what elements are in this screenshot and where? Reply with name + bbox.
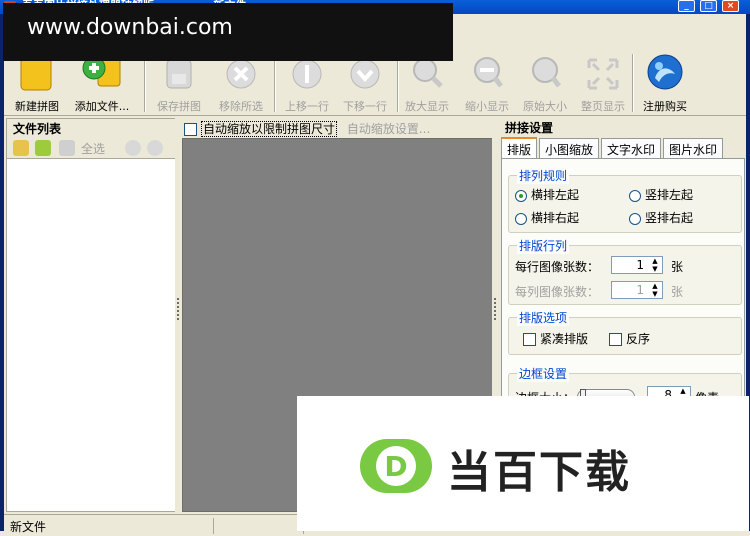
radio-vertical-left[interactable]: 竖排左起 (629, 186, 693, 203)
radio-vertical-right[interactable]: 竖排右起 (629, 209, 693, 226)
move-up-label: 上移一行 (285, 100, 329, 113)
fit-page-button[interactable]: 整页显示 (573, 52, 633, 113)
radio-label: 横排左起 (531, 188, 580, 202)
register-buy-icon (647, 54, 683, 90)
register-buy-button[interactable]: 注册购买 (634, 52, 696, 113)
settings-tabs: 排版 小图缩放 文字水印 图片水印 (501, 137, 725, 159)
radio-label: 竖排左起 (645, 188, 694, 202)
radio-dot (629, 189, 641, 202)
zoom-in-label: 放大显示 (405, 100, 449, 113)
fit-page-label: 整页显示 (581, 100, 625, 113)
brand-logo-icon: D (360, 439, 432, 493)
radio-label: 竖排右起 (645, 211, 694, 225)
close-button[interactable]: × (722, 0, 739, 12)
checkbox-box (609, 333, 622, 346)
compact-layout-checkbox[interactable]: 紧凑排版 (523, 330, 588, 347)
splitter-grip (177, 298, 179, 320)
file-list[interactable] (7, 159, 175, 511)
rows-cols-group: 排版行列 每行图像张数： 1 ▲ ▼ 张 每列图像张数： 1 ▲ ▼ 张 (508, 237, 742, 305)
brand-name: 当百下载 (447, 447, 631, 498)
per-row-unit: 张 (671, 260, 684, 274)
maximize-button[interactable]: □ (700, 0, 717, 12)
per-col-label: 每列图像张数： (515, 285, 600, 299)
watermark-url-text: www.downbai.com (27, 15, 233, 40)
tab-layout[interactable]: 排版 (501, 137, 538, 159)
layout-options-group: 排版选项 紧凑排版 反序 (508, 309, 742, 355)
add-images-icon[interactable] (35, 140, 51, 156)
per-col-unit: 张 (671, 285, 684, 299)
select-all-button[interactable]: 全选 (81, 140, 105, 157)
layout-rule-group: 排列规则 横排左起 竖排左起 横排右起 竖排右起 (508, 167, 742, 233)
per-row-label: 每行图像张数： (515, 260, 600, 274)
layout-options-title: 排版选项 (517, 309, 570, 326)
compact-layout-label: 紧凑排版 (540, 332, 589, 346)
actual-size-button[interactable]: 原始大小 (515, 52, 575, 113)
add-file-label: 添加文件... (74, 100, 130, 113)
zoom-out-button[interactable]: 缩小显示 (457, 52, 517, 113)
border-title: 边框设置 (517, 365, 570, 382)
watermark-url-banner: www.downbai.com (3, 3, 453, 61)
settings-title: 拼接设置 (499, 118, 745, 136)
spinner-arrows-icon[interactable]: ▲▼ (649, 257, 661, 273)
radio-dot (515, 189, 527, 202)
remove-selected-label: 移除所选 (219, 100, 263, 113)
tab-thumbnail-scale[interactable]: 小图缩放 (539, 138, 600, 158)
prev-icon[interactable] (125, 140, 141, 156)
per-row-spinner[interactable]: 1 ▲ ▼ (611, 256, 663, 274)
auto-scale-checkbox[interactable] (184, 123, 197, 136)
checkbox-box (523, 333, 536, 346)
auto-scale-label: 自动缩放以限制拼图尺寸 (201, 121, 338, 137)
rows-cols-title: 排版行列 (517, 237, 570, 254)
auto-scale-row: 自动缩放以限制拼图尺寸 自动缩放设置... (184, 120, 430, 138)
add-folder-icon[interactable] (13, 140, 29, 156)
zoom-out-label: 缩小显示 (465, 100, 509, 113)
actual-size-label: 原始大小 (523, 100, 567, 113)
remove-selected-button[interactable]: 移除所选 (210, 52, 272, 113)
tab-image-watermark[interactable]: 图片水印 (663, 138, 724, 158)
add-file-button[interactable]: 添加文件... (66, 52, 138, 113)
watermark-brand-banner: D 当百下载 (297, 396, 749, 531)
file-list-title: 文件列表 (7, 119, 175, 137)
per-col-spinner[interactable]: 1 ▲ ▼ (611, 281, 663, 299)
save-collage-button[interactable]: 保存拼图 (148, 52, 210, 113)
radio-horizontal-left[interactable]: 横排左起 (515, 186, 579, 203)
remove-image-icon[interactable] (59, 140, 75, 156)
move-down-button[interactable]: 下移一行 (334, 52, 396, 113)
new-collage-label: 新建拼图 (15, 100, 59, 113)
move-up-button[interactable]: 上移一行 (276, 52, 338, 113)
zoom-out-icon (474, 57, 503, 88)
minimize-button[interactable]: _ (678, 0, 695, 12)
register-buy-label: 注册购买 (643, 100, 687, 113)
splitter-grip (494, 298, 496, 320)
next-icon[interactable] (147, 140, 163, 156)
radio-label: 横排右起 (531, 211, 580, 225)
radio-horizontal-right[interactable]: 横排右起 (515, 209, 579, 226)
reverse-order-checkbox[interactable]: 反序 (609, 330, 650, 347)
radio-dot (629, 212, 641, 225)
file-list-pane: 文件列表 全选 (6, 118, 176, 512)
actual-size-icon (532, 57, 561, 88)
file-list-toolbar: 全选 (7, 137, 175, 159)
layout-rule-title: 排列规则 (517, 167, 570, 184)
per-col-value: 1 (636, 283, 644, 297)
radio-dot (515, 212, 527, 225)
toolbar-separator (144, 54, 146, 112)
fit-page-icon (587, 58, 619, 90)
spinner-arrows-icon[interactable]: ▲▼ (649, 282, 661, 298)
save-collage-label: 保存拼图 (157, 100, 201, 113)
move-down-label: 下移一行 (343, 100, 387, 113)
status-cell-empty (214, 518, 304, 534)
per-row-value: 1 (636, 258, 644, 272)
status-file: 新文件 (4, 518, 214, 534)
brand-logo-letter: D (384, 450, 407, 483)
new-collage-button[interactable]: 新建拼图 (6, 52, 68, 113)
auto-scale-settings-link[interactable]: 自动缩放设置... (347, 122, 430, 136)
zoom-in-button[interactable]: 放大显示 (397, 52, 457, 113)
tab-text-watermark[interactable]: 文字水印 (601, 138, 662, 158)
reverse-order-label: 反序 (626, 332, 651, 346)
